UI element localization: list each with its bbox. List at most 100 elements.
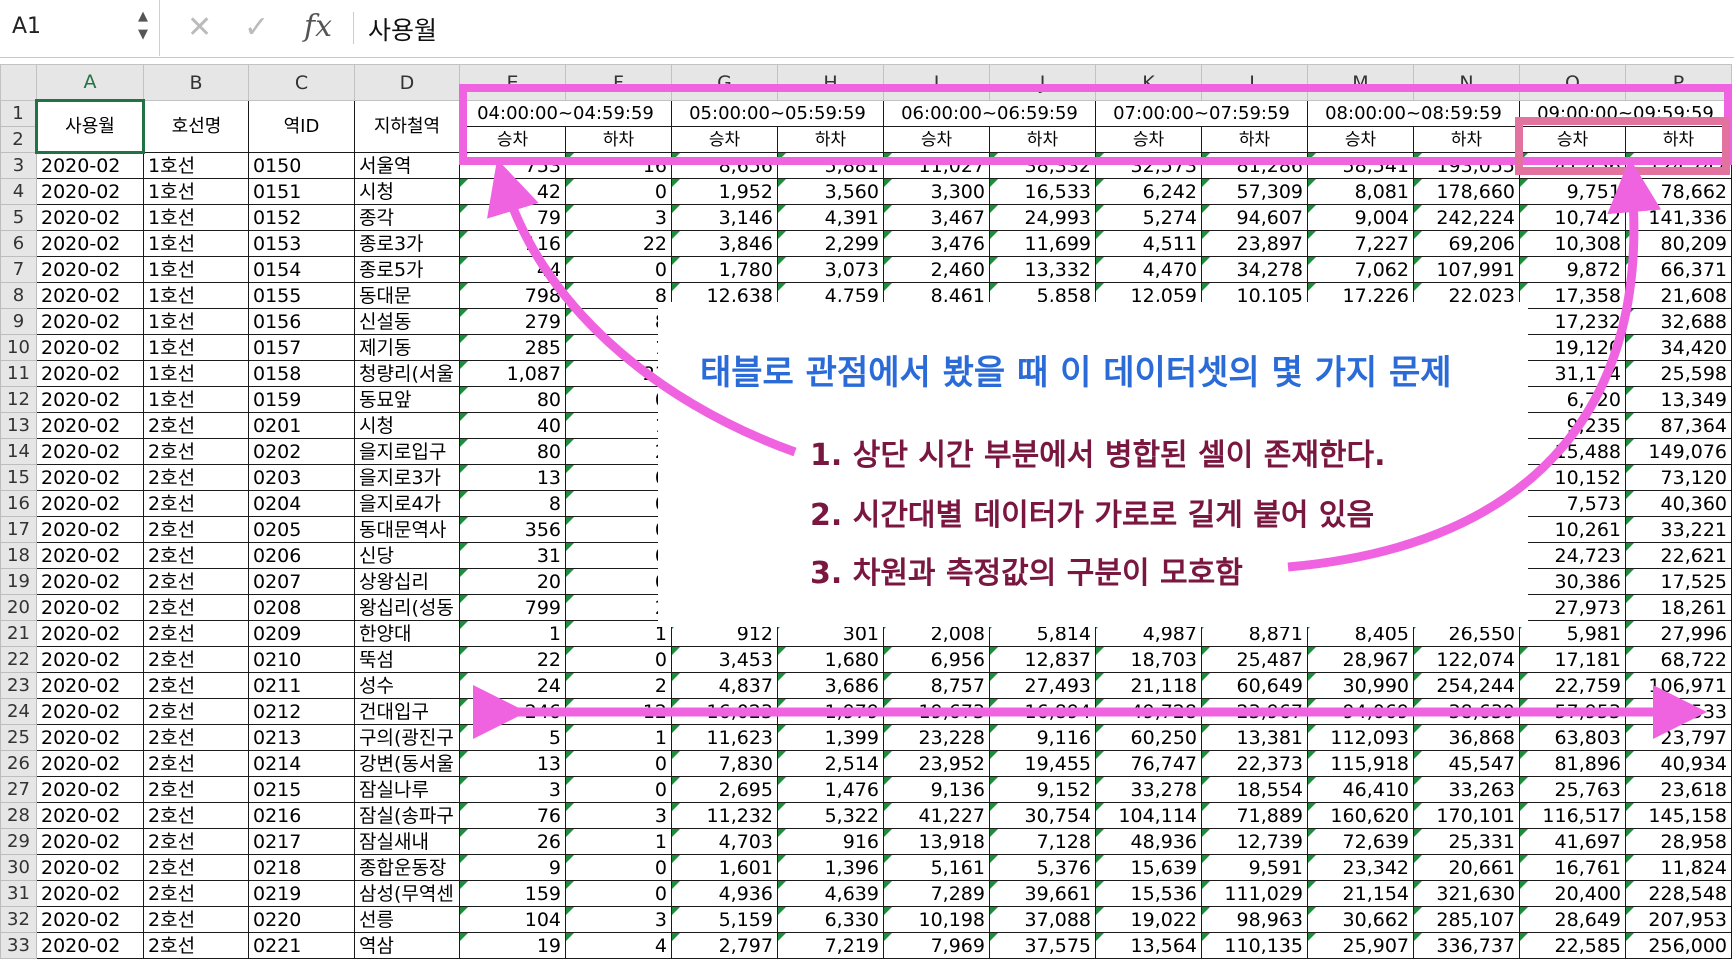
- cell[interactable]: 2,299: [777, 230, 884, 257]
- time-slot-header[interactable]: 04:00:00~04:59:59: [459, 100, 672, 127]
- cell[interactable]: 2호선: [143, 490, 249, 517]
- cell[interactable]: 2020-02: [36, 672, 144, 699]
- cell[interactable]: 15,536: [1095, 880, 1202, 907]
- cell[interactable]: 20: [459, 568, 566, 595]
- cell[interactable]: 8: [459, 490, 566, 517]
- cell[interactable]: 72,639: [1307, 828, 1414, 855]
- row-number[interactable]: 11: [0, 360, 37, 387]
- cell[interactable]: 11,232: [671, 802, 778, 829]
- cell[interactable]: 104,114: [1095, 802, 1202, 829]
- cell[interactable]: 0159: [248, 386, 355, 413]
- cell[interactable]: [671, 360, 778, 387]
- row-number[interactable]: 18: [0, 542, 37, 569]
- row-number[interactable]: 15: [0, 464, 37, 491]
- cell[interactable]: 4,639: [777, 880, 884, 907]
- cell[interactable]: 2020-02: [36, 308, 144, 335]
- cell[interactable]: 서울역: [354, 152, 460, 179]
- name-box-stepper-icon[interactable]: ▲ ▼: [136, 8, 150, 44]
- row-number[interactable]: 14: [0, 438, 37, 465]
- cell[interactable]: 33,263: [1413, 776, 1520, 803]
- board-header[interactable]: 승차: [883, 126, 990, 153]
- cell[interactable]: 7,573: [1519, 490, 1626, 517]
- cell[interactable]: 동묘앞: [354, 386, 460, 413]
- cell[interactable]: 4,936: [671, 880, 778, 907]
- time-slot-header[interactable]: 05:00:00~05:59:59: [671, 100, 884, 127]
- alight-header[interactable]: 하차: [1201, 126, 1308, 153]
- cell[interactable]: 116,517: [1519, 802, 1626, 829]
- cell[interactable]: 0: [565, 516, 672, 543]
- cell[interactable]: 30,662: [1307, 906, 1414, 933]
- row-number[interactable]: 7: [0, 256, 37, 283]
- cell[interactable]: 39,661: [989, 880, 1096, 907]
- row-number[interactable]: 16: [0, 490, 37, 517]
- cell[interactable]: 동대문: [354, 282, 460, 309]
- time-slot-header[interactable]: 07:00:00~07:59:59: [1095, 100, 1308, 127]
- cell[interactable]: 34,420: [1625, 334, 1732, 361]
- row-number[interactable]: 28: [0, 802, 37, 829]
- cell[interactable]: 2호선: [143, 438, 249, 465]
- cell[interactable]: [1201, 438, 1308, 465]
- cell[interactable]: 12,837: [989, 646, 1096, 673]
- cell[interactable]: 0221: [248, 932, 355, 959]
- cell[interactable]: 1호선: [143, 386, 249, 413]
- cell[interactable]: 10,308: [1519, 230, 1626, 257]
- cell[interactable]: 7,219: [777, 932, 884, 959]
- cell[interactable]: [883, 464, 990, 491]
- cell[interactable]: 2020-02: [36, 256, 144, 283]
- cell[interactable]: 2020-02: [36, 880, 144, 907]
- cell[interactable]: 2020-02: [36, 646, 144, 673]
- cell[interactable]: 24,723: [1519, 542, 1626, 569]
- cell[interactable]: 2호선: [143, 464, 249, 491]
- cell[interactable]: 1,979: [777, 698, 884, 725]
- row-number[interactable]: 25: [0, 724, 37, 751]
- cell[interactable]: 44: [459, 256, 566, 283]
- cell[interactable]: 2호선: [143, 568, 249, 595]
- board-header[interactable]: 승차: [459, 126, 566, 153]
- cell[interactable]: 3,476: [883, 230, 990, 257]
- cell[interactable]: 193,055: [1413, 152, 1520, 179]
- row-number[interactable]: 12: [0, 386, 37, 413]
- cell[interactable]: 0220: [248, 906, 355, 933]
- cell[interactable]: 25,763: [1519, 776, 1626, 803]
- column-header[interactable]: N: [1413, 64, 1520, 101]
- cell[interactable]: 잠실나루: [354, 776, 460, 803]
- cell[interactable]: 256,000: [1625, 932, 1732, 959]
- cell[interactable]: [883, 412, 990, 439]
- cell[interactable]: 1,399: [777, 724, 884, 751]
- cell[interactable]: [671, 386, 778, 413]
- cell[interactable]: 149,076: [1625, 438, 1732, 465]
- row-number[interactable]: 19: [0, 568, 37, 595]
- cell[interactable]: 2호선: [143, 620, 249, 647]
- cell[interactable]: 0203: [248, 464, 355, 491]
- cell[interactable]: [1307, 490, 1414, 517]
- cell[interactable]: 81,286: [1201, 152, 1308, 179]
- cell[interactable]: 42: [459, 178, 566, 205]
- enter-icon[interactable]: ✓: [244, 10, 269, 45]
- alight-header[interactable]: 하차: [777, 126, 884, 153]
- cell[interactable]: 2020-02: [36, 568, 144, 595]
- cell[interactable]: 0217: [248, 828, 355, 855]
- cell[interactable]: 6,330: [777, 906, 884, 933]
- cell[interactable]: 8,656: [671, 152, 778, 179]
- row-number[interactable]: 22: [0, 646, 37, 673]
- cell[interactable]: 2020-02: [36, 932, 144, 959]
- column-header[interactable]: J: [989, 64, 1096, 101]
- cell[interactable]: 25,598: [1625, 360, 1732, 387]
- cell[interactable]: 2호선: [143, 542, 249, 569]
- cell[interactable]: 60,649: [1201, 672, 1308, 699]
- cell[interactable]: 22,373: [1201, 750, 1308, 777]
- cell[interactable]: 40: [459, 412, 566, 439]
- cell[interactable]: 2: [565, 438, 672, 465]
- cell[interactable]: [883, 490, 990, 517]
- cell[interactable]: 2020-02: [36, 412, 144, 439]
- row-number[interactable]: 29: [0, 828, 37, 855]
- cell[interactable]: 0: [565, 464, 672, 491]
- cell[interactable]: 753: [459, 152, 566, 179]
- cell[interactable]: [671, 542, 778, 569]
- cell[interactable]: 1호선: [143, 152, 249, 179]
- cell[interactable]: 0216: [248, 802, 355, 829]
- column-header[interactable]: O: [1519, 64, 1626, 101]
- cell[interactable]: 115,918: [1307, 750, 1414, 777]
- cell[interactable]: [777, 568, 884, 595]
- row-number[interactable]: 23: [0, 672, 37, 699]
